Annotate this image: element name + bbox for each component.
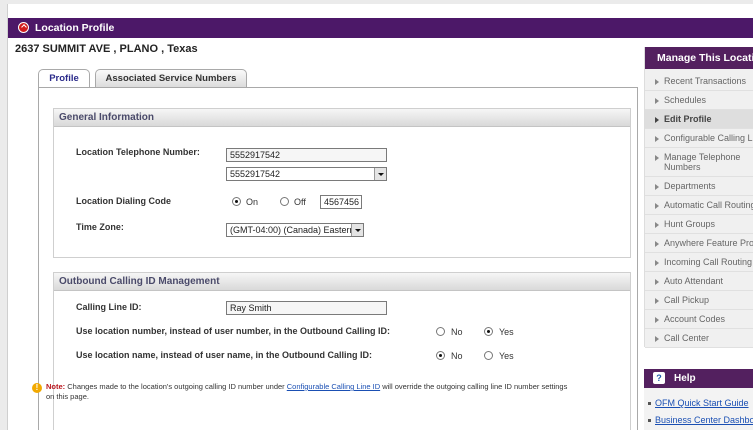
- sidebar-item-anywhere-feature-profiles[interactable]: Anywhere Feature Profiles: [645, 234, 753, 253]
- dialing-off-label: Off: [294, 197, 306, 207]
- help-header: ? Help: [644, 369, 753, 388]
- help-link-quick-start[interactable]: OFM Quick Start Guide: [648, 398, 749, 408]
- section-header: General Information: [54, 109, 630, 127]
- telephone-select-value: 5552917542: [230, 169, 281, 179]
- sidebar-item-configurable-calling-line-id[interactable]: Configurable Calling Line ID: [645, 129, 753, 148]
- use-number-yes-radio[interactable]: [484, 327, 493, 336]
- dialing-code-field[interactable]: 4567456: [320, 195, 362, 209]
- sidebar-title: Manage This Location: [645, 47, 753, 69]
- dialing-on-label: On: [246, 197, 259, 207]
- dialing-off-radio[interactable]: [280, 197, 289, 206]
- sidebar-item-call-pickup[interactable]: Call Pickup: [645, 291, 753, 310]
- title-bar: Location Profile: [8, 18, 753, 38]
- use-number-yes-label: Yes: [499, 327, 514, 337]
- chevron-down-icon[interactable]: [374, 168, 386, 180]
- note-prefix: Note:: [46, 382, 66, 391]
- sidebar-item-auto-attendant[interactable]: Auto Attendant: [645, 272, 753, 291]
- sidebar-item-edit-profile[interactable]: Edit Profile: [645, 110, 753, 129]
- use-location-name-label: Use location name, instead of user name,…: [76, 350, 373, 360]
- tab-associated-service-numbers[interactable]: Associated Service Numbers: [95, 69, 247, 87]
- warning-icon: !: [32, 383, 42, 393]
- tab-profile[interactable]: Profile: [38, 69, 90, 88]
- calling-line-id-field[interactable]: Ray Smith: [226, 301, 387, 315]
- section-header: Outbound Calling ID Management: [54, 273, 630, 291]
- help-title: Help: [674, 373, 696, 384]
- calling-line-label: Calling Line ID:: [76, 302, 142, 312]
- location-address: 2637 SUMMIT AVE , PLANO , Texas: [15, 43, 198, 55]
- dialing-on-radio[interactable]: [232, 197, 241, 206]
- sidebar-menu: Recent Transactions Schedules Edit Profi…: [645, 72, 753, 348]
- sidebar-item-account-codes[interactable]: Account Codes: [645, 310, 753, 329]
- dialing-code-label: Location Dialing Code: [76, 196, 172, 206]
- app-frame: Location Profile 2637 SUMMIT AVE , PLANO…: [7, 4, 753, 430]
- general-information-section: General Information Location Telephone N…: [53, 108, 631, 258]
- use-name-yes-radio[interactable]: [484, 351, 493, 360]
- configurable-calling-line-id-link[interactable]: Configurable Calling Line ID: [287, 382, 380, 391]
- sidebar-item-departments[interactable]: Departments: [645, 177, 753, 196]
- use-name-yes-label: Yes: [499, 351, 514, 361]
- use-number-no-label: No: [451, 327, 463, 337]
- timezone-value: (GMT-04:00) (Canada) Eastern T: [230, 225, 363, 235]
- chevron-down-icon[interactable]: [351, 224, 363, 236]
- sidebar-item-recent-transactions[interactable]: Recent Transactions: [645, 72, 753, 91]
- help-panel: ? Help OFM Quick Start Guide Business Ce…: [644, 369, 753, 430]
- note-body-1: Changes made to the location's outgoing …: [65, 382, 287, 391]
- sidebar-item-hunt-groups[interactable]: Hunt Groups: [645, 215, 753, 234]
- telephone-label: Location Telephone Number:: [76, 147, 200, 157]
- help-icon: ?: [653, 372, 665, 384]
- use-name-no-label: No: [451, 351, 463, 361]
- use-location-number-label: Use location number, instead of user num…: [76, 326, 391, 336]
- sidebar-item-incoming-call-routing[interactable]: Incoming Call Routing: [645, 253, 753, 272]
- outbound-calling-id-section: Outbound Calling ID Management Calling L…: [53, 272, 631, 430]
- telephone-number-field[interactable]: 5552917542: [226, 148, 387, 162]
- help-link-dashboard[interactable]: Business Center Dashboard: [648, 415, 753, 425]
- timezone-label: Time Zone:: [76, 222, 124, 232]
- sidebar-item-automatic-call-routing[interactable]: Automatic Call Routing: [645, 196, 753, 215]
- timezone-select[interactable]: (GMT-04:00) (Canada) Eastern T: [226, 223, 364, 237]
- sidebar-item-call-center[interactable]: Call Center: [645, 329, 753, 348]
- sidebar-item-manage-telephone-numbers[interactable]: Manage Telephone Numbers: [645, 148, 753, 177]
- manage-location-sidebar: Manage This Location Recent Transactions…: [644, 47, 753, 348]
- window-title: Location Profile: [35, 22, 115, 34]
- note-text: ! Note: Changes made to the location's o…: [32, 382, 576, 402]
- use-number-no-radio[interactable]: [436, 327, 445, 336]
- telephone-number-select[interactable]: 5552917542: [226, 167, 387, 181]
- sidebar-item-schedules[interactable]: Schedules: [645, 91, 753, 110]
- use-name-no-radio[interactable]: [436, 351, 445, 360]
- tab-content: General Information Location Telephone N…: [38, 87, 638, 430]
- collapse-icon[interactable]: [18, 22, 29, 33]
